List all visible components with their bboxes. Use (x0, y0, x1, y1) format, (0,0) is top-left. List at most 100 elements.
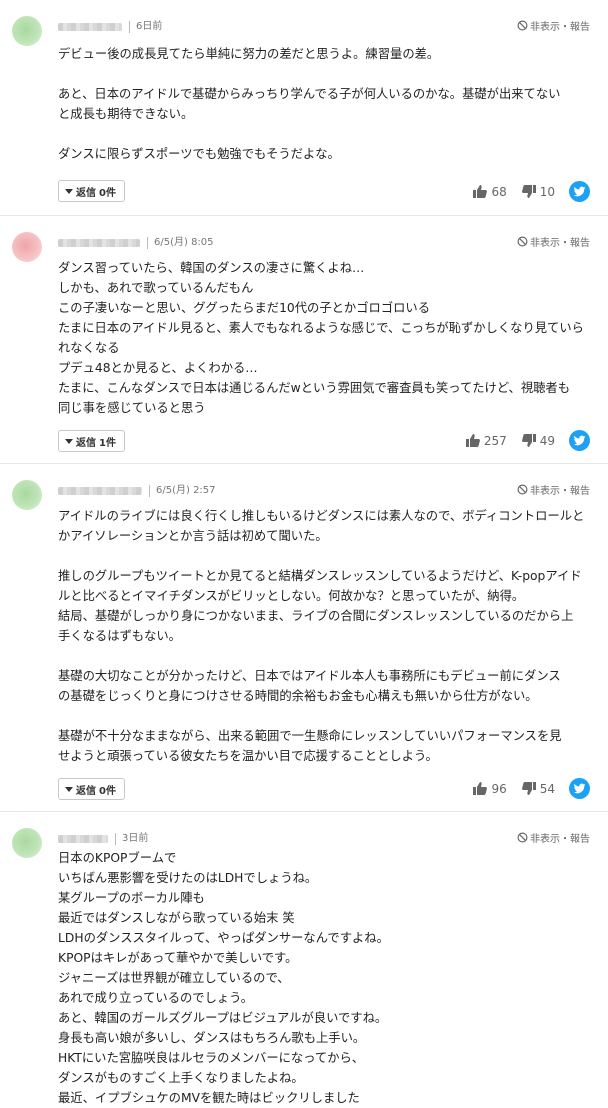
comment-line: 最近ではダンスしながら歌っている始末 笑 (58, 911, 295, 925)
like-button[interactable]: 257 (465, 433, 507, 448)
user-name[interactable] (58, 835, 108, 843)
comment-line: ジャニーズは世界観が確立しているので、 (58, 971, 290, 985)
hide-report-button[interactable]: 非表示・報告 (517, 18, 590, 33)
comment-body: ダンス習っていたら、韓国のダンスの凄さに驚くよね… しかも、あれで歌っているんだ… (58, 258, 584, 418)
comment-meta: 3日前 (58, 832, 148, 846)
comment-line: 日本のKPOPブームで (58, 851, 177, 865)
prohibit-icon (517, 236, 528, 247)
reply-label: 返信 (76, 785, 96, 797)
hide-report-button[interactable]: 非表示・報告 (517, 234, 590, 249)
comment-line: デビュー後の成長見てたら単純に努力の差だと思うよ。練習量の差。 (58, 47, 440, 61)
user-name[interactable] (58, 23, 122, 31)
reply-label: 返信 (76, 437, 96, 449)
hide-report-label: 非表示・報告 (530, 834, 590, 845)
twitter-bird-icon (573, 783, 586, 794)
comment-line: たまに、こんなダンスで日本は通じるんだwという雰囲気で審査員も笑ってたけど、視聴… (58, 381, 571, 395)
comment-line: 推しのグループもツイートとか見てると結構ダンスレッスンしているようだけど、K-p… (58, 569, 582, 583)
reply-count: 1件 (99, 437, 116, 449)
comment-line: 基礎の大切なことが分かったけど、日本ではアイドル本人も事務所にもデビュー前にダン… (58, 669, 561, 683)
meta-divider (147, 237, 148, 249)
avatar[interactable] (12, 232, 42, 262)
hide-report-button[interactable]: 非表示・報告 (517, 482, 590, 497)
comment-time: 6日前 (136, 21, 163, 32)
prohibit-icon (517, 20, 528, 31)
comment-time: 6/5(月) 2:57 (156, 485, 216, 496)
avatar[interactable] (12, 480, 42, 510)
like-count: 96 (491, 781, 507, 796)
comment-feed: 6日前 非表示・報告 デビュー後の成長見てたら単純に努力の差だと思うよ。練習量の… (0, 0, 608, 1106)
comment-line: ダンス習っていたら、韓国のダンスの凄さに驚くよね… (58, 261, 365, 275)
thumbs-down-icon (521, 434, 536, 447)
avatar[interactable] (12, 828, 42, 858)
user-name[interactable] (58, 239, 140, 247)
reply-toggle-button[interactable]: 返信 1件 (58, 430, 125, 452)
dislike-count: 49 (539, 433, 555, 448)
twitter-bird-icon (573, 186, 586, 197)
reply-toggle-button[interactable]: 返信 0件 (58, 778, 125, 800)
comment-body: デビュー後の成長見てたら単純に努力の差だと思うよ。練習量の差。 あと、日本のアイ… (58, 44, 560, 164)
dislike-count: 10 (539, 184, 555, 199)
hide-report-label: 非表示・報告 (530, 22, 590, 33)
thumbs-down-icon (521, 782, 536, 795)
reply-toggle-button[interactable]: 返信 0件 (58, 180, 125, 202)
comment-time: 3日前 (122, 833, 149, 844)
like-button[interactable]: 96 (472, 781, 507, 796)
user-name[interactable] (58, 487, 142, 495)
comment-line: いちばん悪影響を受けたのはLDHでしょうね。 (58, 871, 318, 885)
comment-line: 某グループのボーカル陣も (58, 891, 205, 905)
prohibit-icon (517, 832, 528, 843)
vote-bar: 257 49 (465, 430, 590, 451)
vote-bar: 68 10 (472, 181, 590, 202)
comment-line: れなくなる (58, 341, 120, 355)
comment-line: この子凄いなーと思い、ググったらまだ10代の子とかゴロゴロいる (58, 301, 431, 315)
comment-time: 6/5(月) 8:05 (154, 237, 214, 248)
comment-line: たまに日本のアイドル見ると、素人でもなれるような感じで、こっちが恥ずかしくなり見… (58, 321, 584, 335)
comment-line: 結局、基礎がしっかり身につかないまま、ライブの合間にダンスレッスンしているのだか… (58, 609, 574, 623)
thumbs-up-icon (473, 185, 488, 198)
comment-line: 最近、イプブシュケのMVを観た時はビックリしました (58, 1091, 360, 1105)
comment-line: かアイソレーションとか言う話は初めて聞いた。 (58, 529, 328, 543)
like-count: 257 (483, 433, 507, 448)
caret-down-icon (65, 438, 73, 444)
like-button[interactable]: 68 (472, 184, 507, 199)
dislike-count: 54 (539, 781, 555, 796)
meta-divider (129, 21, 130, 33)
comment-line: ルと比べるとイマイチダンスがビリッとしない。何故かな？と思っていたが、納得。 (58, 589, 525, 603)
hide-report-button[interactable]: 非表示・報告 (517, 830, 590, 845)
comment-item: 6/5(月) 2:57 非表示・報告 アイドルのライブには良く行くし推しもいるけ… (0, 464, 608, 812)
twitter-share-button[interactable] (569, 430, 590, 451)
comment-line: 手くなるはずもない。 (58, 629, 181, 643)
like-count: 68 (491, 184, 507, 199)
comment-line: HKTにいた宮脇咲良はルセラのメンバーになってから、 (58, 1051, 365, 1065)
comment-line: の基礎をじっくりと身につけさせる時間的余裕もお金も心構えも無いから仕方がない。 (58, 689, 538, 703)
hide-report-label: 非表示・報告 (530, 238, 590, 249)
comment-meta: 6/5(月) 2:57 (58, 484, 216, 498)
reply-count: 0件 (99, 187, 116, 199)
comment-line: 身長も高い娘が多いし、ダンスはもちろん歌も上手い。 (58, 1031, 366, 1045)
twitter-bird-icon (573, 435, 586, 446)
dislike-button[interactable]: 49 (521, 433, 555, 448)
dislike-button[interactable]: 54 (521, 781, 555, 796)
comment-line: あと、日本のアイドルで基礎からみっちり学んでる子が何人いるのかな。基礎が出来てな… (58, 87, 561, 101)
comment-item: 6/5(月) 8:05 非表示・報告 ダンス習っていたら、韓国のダンスの凄さに驚… (0, 216, 608, 464)
comment-line: せようと頑張っている彼女たちを温かい目で応援することとしよう。 (58, 749, 438, 763)
comment-line: しかも、あれで歌っているんだもん (58, 281, 254, 295)
thumbs-up-icon (465, 434, 480, 447)
caret-down-icon (65, 786, 73, 792)
comment-line: ダンスがものすごく上手くなりましたよね。 (58, 1071, 304, 1085)
hide-report-label: 非表示・報告 (530, 486, 590, 497)
meta-divider (115, 833, 116, 845)
dislike-button[interactable]: 10 (521, 184, 555, 199)
avatar[interactable] (12, 16, 42, 46)
caret-down-icon (65, 188, 73, 194)
vote-bar: 96 54 (472, 778, 590, 799)
twitter-share-button[interactable] (569, 778, 590, 799)
comment-line: 同じ事を感じていると思う (58, 401, 206, 415)
comment-line: アイドルのライブには良く行くし推しもいるけどダンスには素人なので、ボディコントロ… (58, 509, 585, 523)
meta-divider (149, 485, 150, 497)
twitter-share-button[interactable] (569, 181, 590, 202)
prohibit-icon (517, 484, 528, 495)
thumbs-up-icon (473, 782, 488, 795)
comment-line: プデュ48とか見ると、よくわかる… (58, 361, 258, 375)
comment-line: LDHのダンススタイルって、やっぱダンサーなんですよね。 (58, 931, 389, 945)
